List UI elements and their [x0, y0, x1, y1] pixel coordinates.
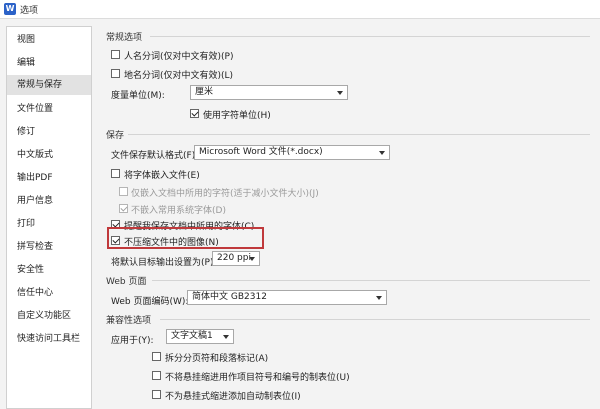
- options-sidebar: 视图 编辑 常规与保存 文件位置 修订 中文版式 输出PDF 用户信息 打印 拼…: [6, 26, 92, 409]
- apply-to-value: 文字文稿1: [171, 331, 213, 341]
- web-encoding-select[interactable]: 简体中文 GB2312: [187, 290, 387, 305]
- title-bar: W 选项: [0, 0, 600, 19]
- save-section-divider: [128, 134, 590, 135]
- default-ppi-value: 220 ppi: [217, 253, 251, 263]
- embed-fonts-checkbox[interactable]: [111, 169, 120, 178]
- general-section-divider: [150, 36, 590, 37]
- split-page-para-marks-label: 拆分分页符和段落标记(A): [165, 354, 269, 364]
- web-section-divider: [152, 280, 590, 281]
- use-char-unit-checkbox[interactable]: [190, 109, 199, 118]
- no-hanging-indent-tabs-checkbox[interactable]: [152, 371, 161, 380]
- chevron-down-icon: [249, 257, 255, 261]
- default-ppi-label: 将默认目标输出设置为(P):: [111, 258, 217, 268]
- person-name-split-label: 人名分词(仅对中文有效)(P): [124, 52, 234, 62]
- person-name-split-checkbox[interactable]: [111, 50, 120, 59]
- place-name-split-label: 地名分词(仅对中文有效)(L): [124, 71, 234, 81]
- no-auto-tab-hanging-checkbox[interactable]: [152, 390, 161, 399]
- measure-unit-select[interactable]: 厘米: [190, 85, 348, 100]
- compat-section-divider: [160, 319, 590, 320]
- chevron-down-icon: [376, 296, 382, 300]
- save-section-title: 保存: [106, 131, 125, 141]
- measure-unit-label: 度量单位(M):: [111, 91, 165, 101]
- chevron-down-icon: [337, 91, 343, 95]
- embed-fonts-label: 将字体嵌入文件(E): [124, 171, 200, 181]
- web-section-title: Web 页面: [106, 277, 147, 287]
- sidebar-item-user-info[interactable]: 用户信息: [7, 191, 91, 211]
- general-section-title: 常规选项: [106, 33, 143, 43]
- web-encoding-label: Web 页面编码(W):: [111, 297, 189, 307]
- wps-writer-icon: W: [4, 3, 16, 15]
- sidebar-item-view[interactable]: 视图: [7, 30, 91, 50]
- default-format-select[interactable]: Microsoft Word 文件(*.docx): [194, 145, 390, 160]
- sidebar-item-export-pdf[interactable]: 输出PDF: [7, 168, 91, 188]
- default-format-value: Microsoft Word 文件(*.docx): [199, 147, 323, 157]
- embed-used-chars-checkbox[interactable]: [119, 187, 128, 196]
- embed-used-chars-label: 仅嵌入文档中所用的字符(适于减小文件大小)(J): [131, 189, 319, 199]
- sidebar-item-quick-access-toolbar[interactable]: 快速访问工具栏: [7, 329, 91, 349]
- no-hanging-indent-tabs-label: 不将悬挂缩进用作项目符号和编号的制表位(U): [165, 373, 350, 383]
- split-page-para-marks-checkbox[interactable]: [152, 352, 161, 361]
- sidebar-item-revision[interactable]: 修订: [7, 122, 91, 142]
- default-ppi-select[interactable]: 220 ppi: [212, 251, 260, 266]
- measure-unit-value: 厘米: [195, 87, 214, 97]
- sidebar-item-customize-ribbon[interactable]: 自定义功能区: [7, 306, 91, 326]
- sidebar-item-security[interactable]: 安全性: [7, 260, 91, 280]
- sidebar-item-general-save[interactable]: 常规与保存: [7, 75, 91, 95]
- no-embed-system-fonts-checkbox[interactable]: [119, 204, 128, 213]
- sidebar-item-chinese-layout[interactable]: 中文版式: [7, 145, 91, 165]
- compat-section-title: 兼容性选项: [106, 316, 152, 326]
- web-encoding-value: 简体中文 GB2312: [192, 292, 267, 302]
- window-title: 选项: [20, 6, 39, 16]
- sidebar-item-print[interactable]: 打印: [7, 214, 91, 234]
- apply-to-select[interactable]: 文字文稿1: [166, 329, 234, 344]
- no-embed-system-fonts-label: 不嵌入常用系统字体(D): [131, 206, 226, 216]
- sidebar-item-edit[interactable]: 编辑: [7, 53, 91, 73]
- sidebar-item-trust-center[interactable]: 信任中心: [7, 283, 91, 303]
- highlight-box: [107, 227, 264, 249]
- sidebar-item-spell-check[interactable]: 拼写检查: [7, 237, 91, 257]
- no-auto-tab-hanging-label: 不为悬挂式缩进添加自动制表位(I): [165, 392, 301, 402]
- chevron-down-icon: [223, 335, 229, 339]
- chevron-down-icon: [379, 151, 385, 155]
- use-char-unit-label: 使用字符单位(H): [203, 111, 271, 121]
- apply-to-label: 应用于(Y):: [111, 336, 154, 346]
- place-name-split-checkbox[interactable]: [111, 69, 120, 78]
- sidebar-item-file-location[interactable]: 文件位置: [7, 99, 91, 119]
- default-format-label: 文件保存默认格式(F):: [111, 151, 199, 161]
